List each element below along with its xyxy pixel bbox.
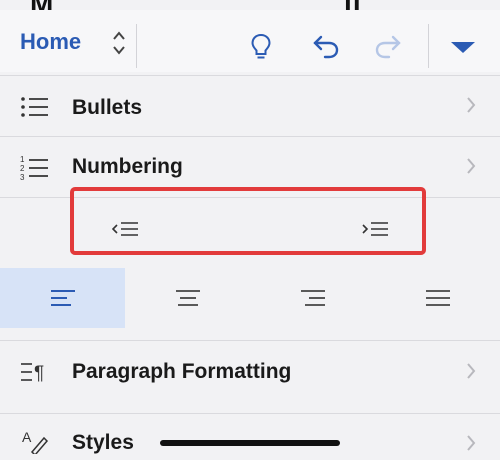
numbered-list-icon: 1 2 3: [20, 154, 50, 187]
paragraph-formatting-menu-item[interactable]: ¶ Paragraph Formatting: [0, 340, 500, 403]
chevron-right-icon: [466, 362, 476, 385]
undo-icon[interactable]: [308, 30, 344, 64]
dropdown-triangle-icon[interactable]: [445, 30, 481, 64]
paragraph-mark-icon: ¶: [20, 360, 52, 389]
svg-text:¶: ¶: [34, 363, 44, 384]
toolbar-divider: [428, 24, 429, 68]
redo-icon[interactable]: [370, 30, 406, 64]
svg-text:3: 3: [20, 173, 25, 182]
home-indicator-bar[interactable]: [160, 440, 340, 446]
home-tab-selector[interactable]: Home: [8, 16, 134, 68]
indent-highlight-box: [70, 187, 426, 255]
ribbon-toolbar: Home: [0, 10, 500, 72]
toolbar-divider: [136, 24, 137, 68]
bullets-list-icon: [20, 95, 50, 124]
paragraph-formatting-label: Paragraph Formatting: [72, 360, 292, 383]
align-right-button[interactable]: [250, 268, 375, 328]
svg-text:2: 2: [20, 164, 25, 173]
svg-text:A: A: [22, 429, 32, 445]
bullets-menu-item[interactable]: Bullets: [0, 75, 500, 138]
bullets-label: Bullets: [72, 96, 143, 119]
chevron-right-icon: [466, 157, 476, 180]
align-center-icon: [175, 290, 200, 306]
align-left-button[interactable]: [0, 268, 125, 328]
styles-label: Styles: [72, 431, 134, 454]
chevron-right-icon: [466, 434, 476, 457]
justify-icon: [425, 290, 450, 306]
up-down-chevron-icon: [112, 28, 126, 63]
numbering-label: Numbering: [72, 155, 183, 178]
styles-menu-item[interactable]: A Styles: [0, 413, 500, 460]
home-tab-label: Home: [20, 29, 82, 54]
lightbulb-icon[interactable]: [243, 30, 279, 64]
chevron-right-icon: [466, 96, 476, 119]
svg-text:1: 1: [20, 155, 25, 164]
align-right-icon: [300, 290, 325, 306]
styles-pen-icon: A: [20, 428, 50, 459]
alignment-segmented-control: [0, 268, 500, 328]
justify-button[interactable]: [375, 268, 500, 328]
align-center-button[interactable]: [125, 268, 250, 328]
align-left-icon: [50, 290, 75, 306]
